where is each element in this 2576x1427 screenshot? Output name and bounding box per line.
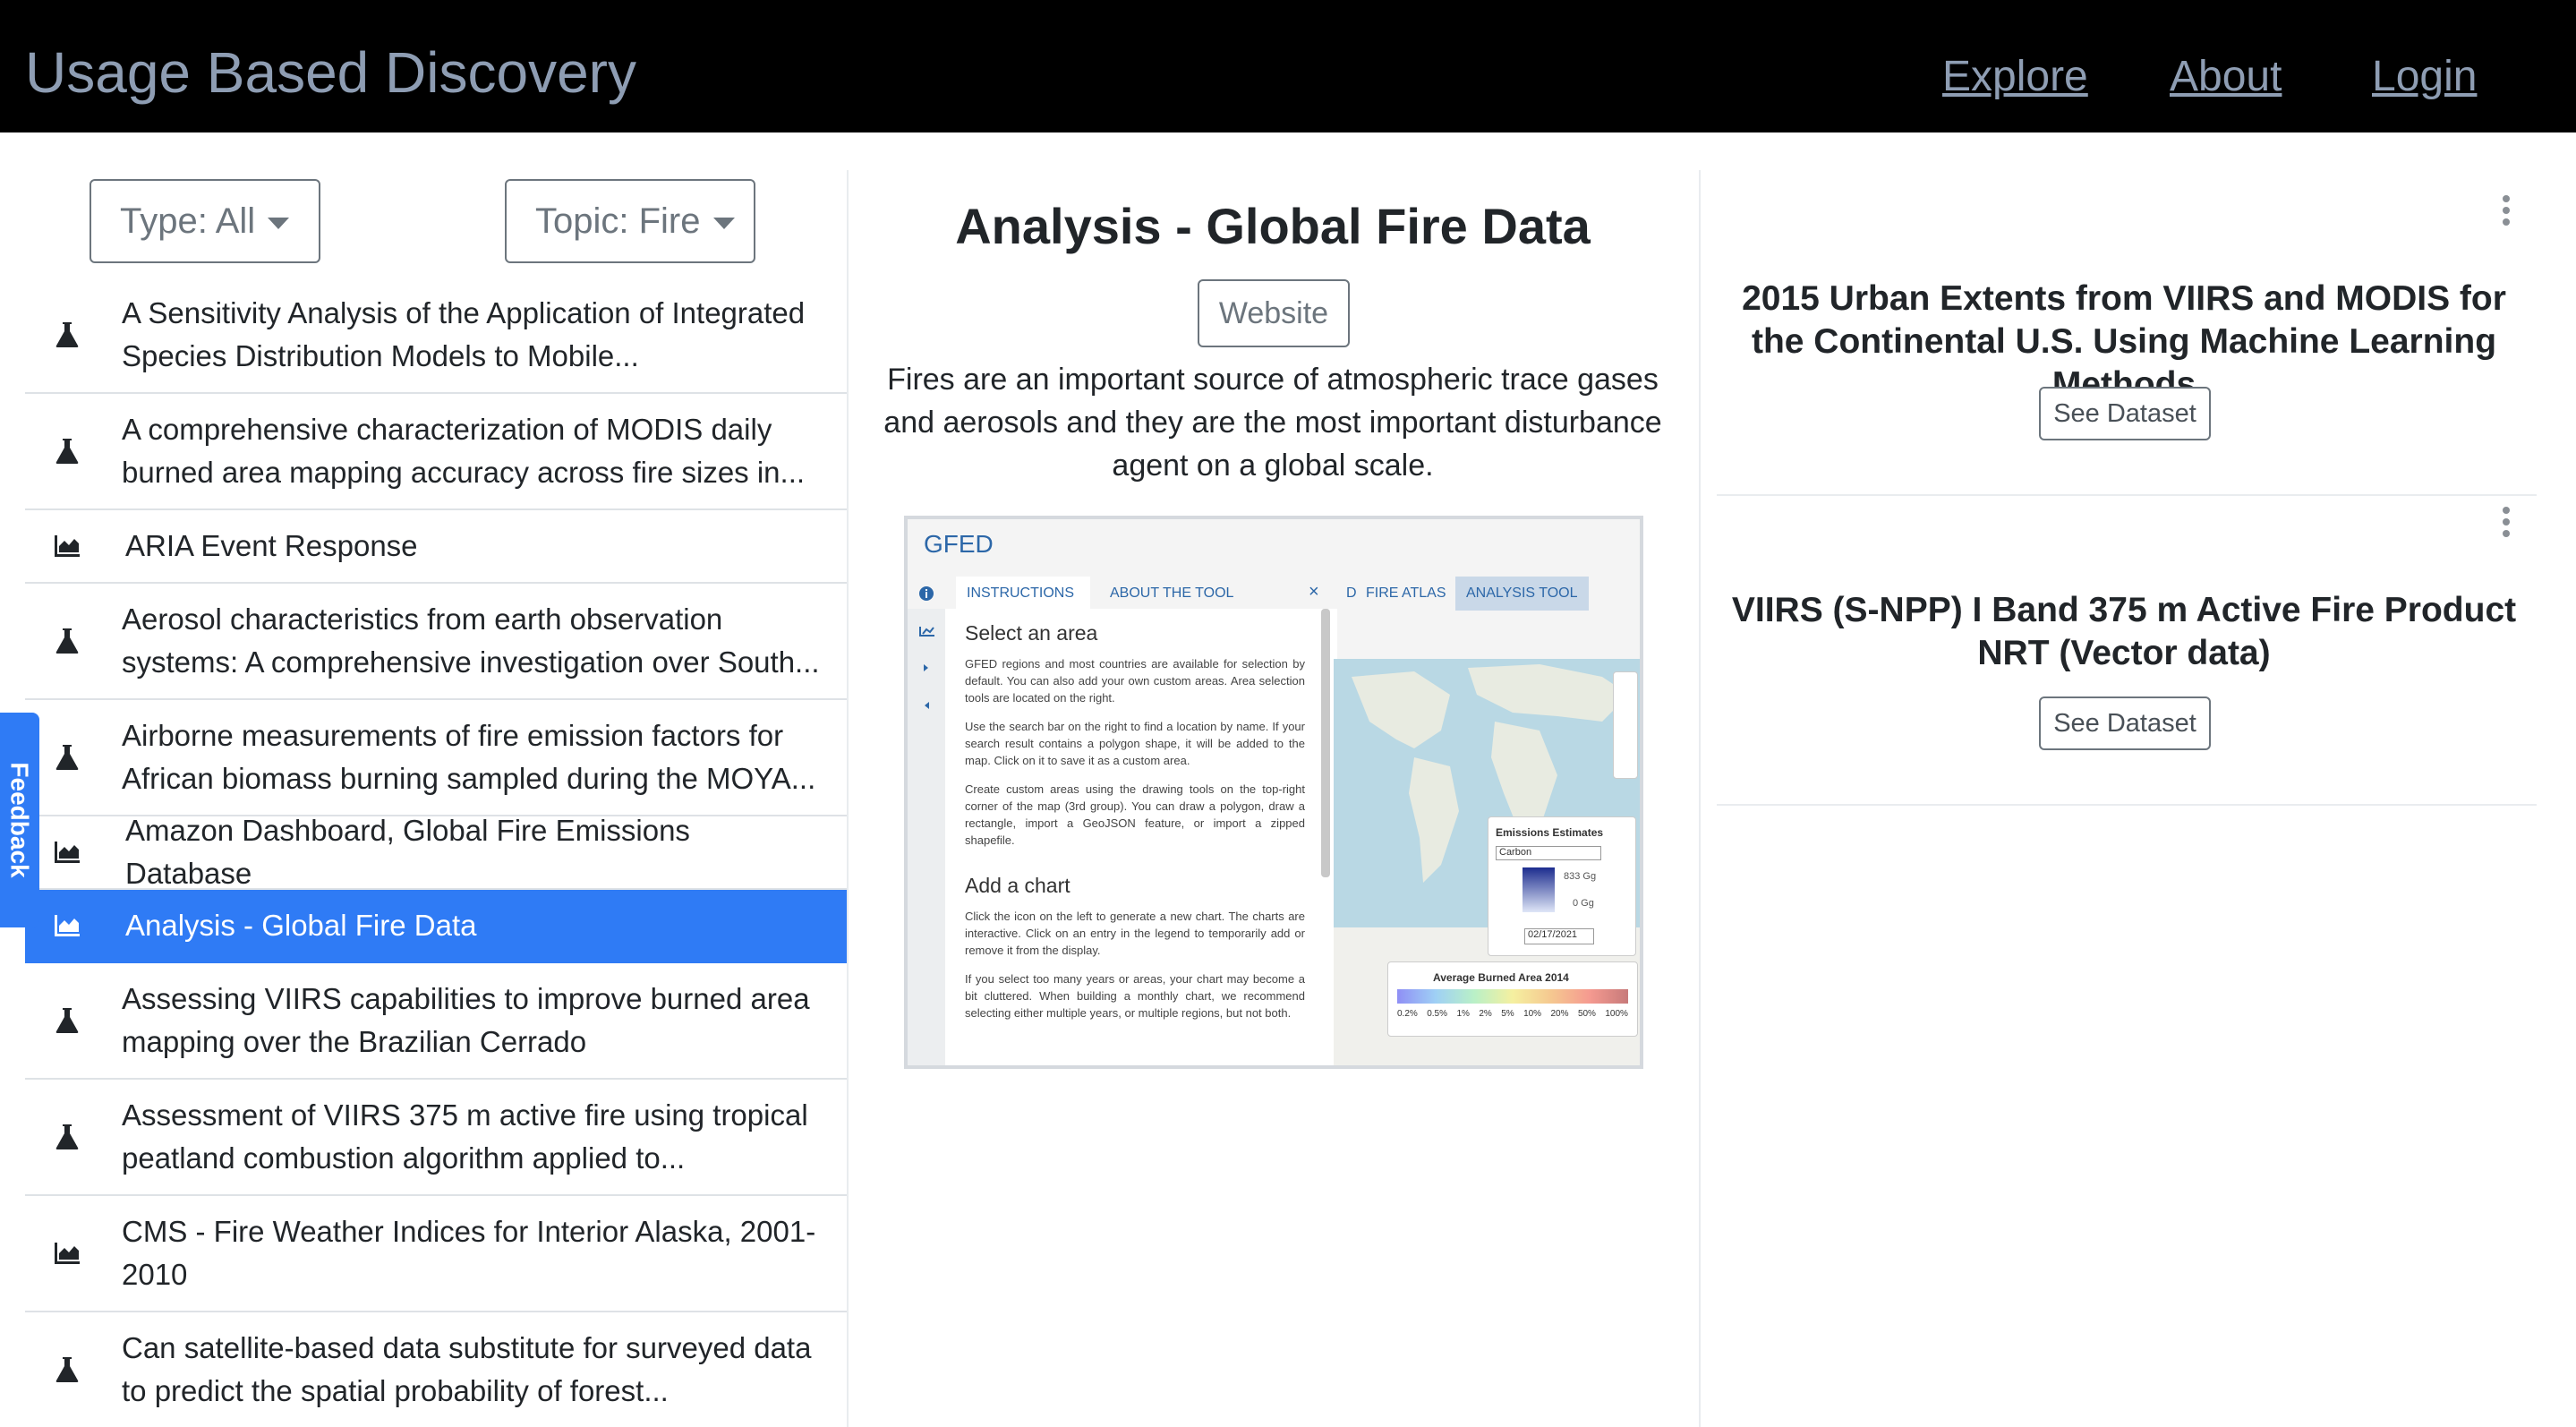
list-item[interactable]: Can satellite-based data substitute for … <box>25 1312 847 1427</box>
tool-screenshot: GFED INSTRUCTIONS ABOUT THE TOOL × D FIR… <box>904 516 1643 1069</box>
screenshot-tab-instructions: INSTRUCTIONS <box>956 577 1090 611</box>
list-item-label: Assessment of VIIRS 375 m active fire us… <box>122 1098 808 1175</box>
topic-filter-dropdown[interactable]: Topic: Fire <box>505 179 755 263</box>
chart-area-icon <box>52 1238 82 1269</box>
nav-login-link[interactable]: Login <box>2372 52 2477 101</box>
results-list: A Sensitivity Analysis of the Applicatio… <box>25 278 847 1427</box>
list-item-label: Airborne measurements of fire emission f… <box>122 719 816 795</box>
screenshot-tab-analysis: ANALYSIS TOOL <box>1455 577 1589 611</box>
screenshot-app-title: GFED <box>924 530 994 558</box>
emissions-title: Emissions Estimates <box>1496 826 1604 839</box>
emissions-color-scale <box>1523 867 1555 912</box>
burned-tick-label: 100% <box>1605 1009 1628 1019</box>
website-button[interactable]: Website <box>1198 279 1350 347</box>
list-item-label: A comprehensive characterization of MODI… <box>122 413 806 489</box>
list-item[interactable]: Airborne measurements of fire emission f… <box>25 700 847 816</box>
burned-title: Average Burned Area 2014 <box>1433 971 1569 984</box>
feedback-tab[interactable]: Feedback <box>0 713 39 927</box>
list-item-label: Amazon Dashboard, Global Fire Emissions … <box>125 814 690 890</box>
type-filter-dropdown[interactable]: Type: All <box>90 179 320 263</box>
burned-tick-label: 5% <box>1501 1009 1514 1019</box>
more-options-icon[interactable] <box>2499 507 2513 543</box>
burned-ticks: 0.2% 0.5% 1% 2% 5% 10% 20% 50% 100% <box>1397 1009 1628 1019</box>
more-options-icon[interactable] <box>2499 195 2513 231</box>
burned-color-scale <box>1397 989 1628 1004</box>
screenshot-heading-add-chart: Add a chart <box>965 874 1070 897</box>
flask-icon <box>52 1005 82 1036</box>
screenshot-paragraph: Click the icon on the left to generate a… <box>965 910 1305 957</box>
list-item[interactable]: CMS - Fire Weather Indices for Interior … <box>25 1196 847 1312</box>
card-divider <box>1717 804 2537 806</box>
see-dataset-button[interactable]: See Dataset <box>2039 696 2211 750</box>
screenshot-paragraph: Create custom areas using the drawing to… <box>965 782 1305 847</box>
dataset-card-title: VIIRS (S-NPP) I Band 375 m Active Fire P… <box>1731 591 2517 672</box>
screenshot-map-tools <box>1613 671 1638 779</box>
emissions-max: 833 Gg <box>1564 871 1597 882</box>
chart-area-icon <box>52 910 82 941</box>
emissions-select: Carbon <box>1496 846 1601 860</box>
nav-about-link[interactable]: About <box>2170 52 2282 101</box>
burned-tick-label: 10% <box>1523 1009 1542 1019</box>
flask-icon <box>52 436 82 466</box>
detail-description: Fires are an important source of atmosph… <box>883 363 1662 483</box>
screenshot-tab-fire-atlas: FIRE ATLAS <box>1366 585 1446 601</box>
screenshot-sidebar <box>908 609 945 1065</box>
flask-icon <box>52 320 82 350</box>
column-divider <box>847 170 849 1427</box>
screenshot-heading-select-area: Select an area <box>965 621 1098 645</box>
burned-tick-label: 1% <box>1456 1009 1470 1019</box>
chevron-down-icon <box>712 217 735 229</box>
brand-title[interactable]: Usage Based Discovery <box>25 39 636 106</box>
screenshot-paragraph: Use the search bar on the right to find … <box>965 720 1305 767</box>
column-divider <box>1699 170 1701 1427</box>
list-item[interactable]: Analysis - Global Fire Data <box>25 890 847 963</box>
list-item[interactable]: A comprehensive characterization of MODI… <box>25 394 847 510</box>
emissions-min: 0 Gg <box>1573 898 1594 909</box>
screenshot-paragraph: GFED regions and most countries are avai… <box>965 657 1305 705</box>
chart-area-icon <box>52 837 82 867</box>
list-item-label: ARIA Event Response <box>125 529 418 562</box>
feedback-label: Feedback <box>6 762 35 878</box>
screenshot-instructions-panel: Select an area GFED regions and most cou… <box>908 609 1337 1065</box>
nav-explore-link[interactable]: Explore <box>1942 52 2088 101</box>
flask-icon <box>52 742 82 773</box>
detail-title: Analysis - Global Fire Data <box>955 198 1591 254</box>
list-item[interactable]: Assessing VIIRS capabilities to improve … <box>25 963 847 1080</box>
screenshot-paragraph: If you select too many years or areas, y… <box>965 972 1305 1020</box>
list-item-label: CMS - Fire Weather Indices for Interior … <box>122 1215 816 1291</box>
type-filter-label: Type: All <box>120 201 256 241</box>
list-item[interactable]: Amazon Dashboard, Global Fire Emissions … <box>25 814 847 890</box>
flask-icon <box>52 1122 82 1152</box>
topic-filter-label: Topic: Fire <box>535 201 701 241</box>
list-item[interactable]: ARIA Event Response <box>25 510 847 584</box>
list-item-label: Assessing VIIRS capabilities to improve … <box>122 982 810 1058</box>
screenshot-scrollbar <box>1321 609 1330 877</box>
list-item-label: Aerosol characteristics from earth obser… <box>122 602 820 679</box>
flask-icon <box>52 626 82 656</box>
burned-tick-label: 20% <box>1550 1009 1569 1019</box>
list-item-label: Analysis - Global Fire Data <box>125 909 477 942</box>
close-icon: × <box>1309 582 1319 602</box>
date-field: 02/17/2021 <box>1524 928 1594 944</box>
card-divider <box>1717 494 2537 496</box>
list-item[interactable]: Assessment of VIIRS 375 m active fire us… <box>25 1080 847 1196</box>
chevron-down-icon <box>268 217 290 229</box>
list-item-label: A Sensitivity Analysis of the Applicatio… <box>122 296 806 372</box>
top-navbar: Usage Based Discovery Explore About Logi… <box>0 0 2576 132</box>
burned-tick-label: 50% <box>1577 1009 1596 1019</box>
see-dataset-button[interactable]: See Dataset <box>2039 387 2211 440</box>
screenshot-tab-about: ABOUT THE TOOL <box>1110 585 1234 601</box>
flask-icon <box>52 1354 82 1385</box>
list-item[interactable]: Aerosol characteristics from earth obser… <box>25 584 847 700</box>
list-item[interactable]: A Sensitivity Analysis of the Applicatio… <box>25 278 847 394</box>
burned-tick-label: 2% <box>1479 1009 1492 1019</box>
screenshot-burned-area-legend: Average Burned Area 2014 0.2% 0.5% 1% 2% 5% 1… <box>1387 961 1638 1037</box>
list-item-label: Can satellite-based data substitute for … <box>122 1331 812 1407</box>
chart-area-icon <box>52 531 82 561</box>
burned-tick-label: 0.2% <box>1397 1009 1418 1019</box>
screenshot-emissions-legend: Emissions Estimates Carbon 833 Gg 0 Gg 0… <box>1488 816 1636 956</box>
burned-tick-label: 0.5% <box>1427 1009 1448 1019</box>
